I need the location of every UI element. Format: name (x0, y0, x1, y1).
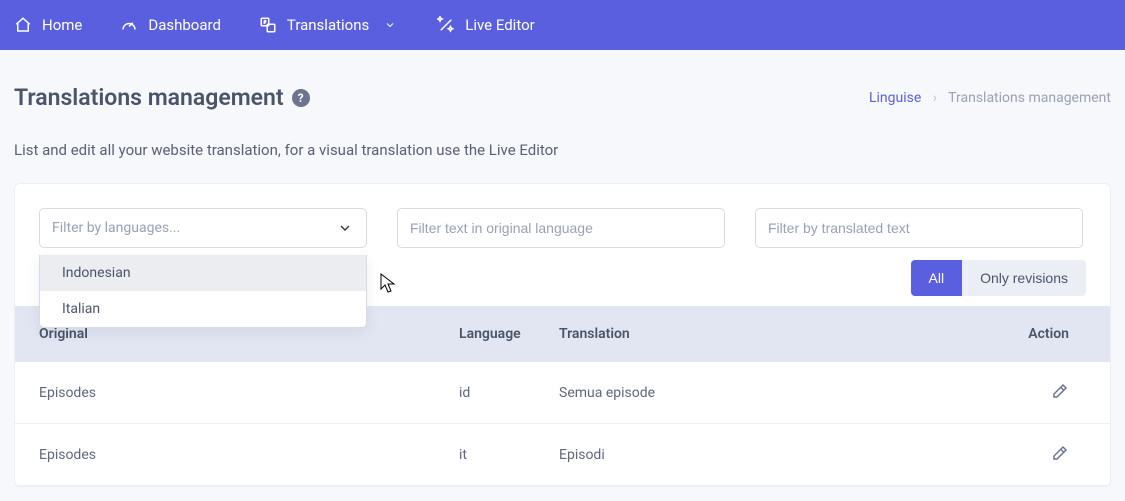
page-subtitle: List and edit all your website translati… (14, 141, 1111, 159)
language-filter-select[interactable]: Filter by languages... Indonesian Italia… (39, 208, 367, 248)
col-translation: Translation (559, 326, 979, 342)
translations-card: Filter by languages... Indonesian Italia… (14, 183, 1111, 487)
top-nav: Home Dashboard Translations Live Editor (0, 0, 1125, 50)
help-icon[interactable]: ? (292, 89, 310, 107)
nav-home[interactable]: Home (14, 16, 82, 34)
cell-language: id (459, 385, 559, 401)
table-row: Episodes id Semua episode (15, 362, 1110, 424)
cell-original: Episodes (39, 385, 459, 401)
nav-live-editor-label: Live Editor (465, 16, 534, 34)
revisions-toggle: All Only revisions (911, 260, 1086, 296)
translated-text-filter[interactable] (755, 208, 1083, 248)
home-icon (14, 16, 32, 34)
col-action: Action (979, 326, 1069, 342)
cell-original: Episodes (39, 447, 459, 463)
breadcrumb-root[interactable]: Linguise (869, 90, 921, 106)
translated-text-input[interactable] (768, 220, 1070, 236)
col-language: Language (459, 326, 559, 342)
chevron-down-icon (336, 219, 354, 237)
edit-button[interactable] (979, 444, 1069, 462)
chevron-down-icon (381, 16, 399, 34)
nav-dashboard-label: Dashboard (148, 16, 221, 34)
col-original: Original (39, 326, 459, 342)
toggle-revisions-button[interactable]: Only revisions (962, 260, 1086, 296)
toggle-all-button[interactable]: All (911, 260, 963, 296)
nav-home-label: Home (42, 16, 82, 34)
edit-button[interactable] (979, 382, 1069, 400)
language-option-indonesian[interactable]: Indonesian (40, 255, 366, 291)
original-text-input[interactable] (410, 220, 712, 236)
chevron-right-icon: › (933, 90, 937, 106)
translations-table: Original Language Translation Action Epi… (15, 306, 1110, 486)
nav-translations-label: Translations (287, 16, 369, 34)
gauge-icon (120, 16, 138, 34)
page-title: Translations management ? (14, 84, 310, 111)
breadcrumb-current: Translations management (948, 90, 1111, 106)
translate-icon (259, 16, 277, 34)
language-filter-placeholder: Filter by languages... (52, 220, 180, 236)
nav-translations[interactable]: Translations (259, 16, 399, 34)
page-title-text: Translations management (14, 84, 284, 111)
original-text-filter[interactable] (397, 208, 725, 248)
language-filter-dropdown: Indonesian Italian (39, 255, 367, 328)
breadcrumb: Linguise › Translations management (869, 90, 1111, 106)
cell-translation: Semua episode (559, 385, 979, 401)
nav-live-editor[interactable]: Live Editor (437, 16, 534, 34)
cell-translation: Episodi (559, 447, 979, 463)
magic-wand-icon (437, 16, 455, 34)
cell-language: it (459, 447, 559, 463)
table-row: Episodes it Episodi (15, 424, 1110, 486)
nav-dashboard[interactable]: Dashboard (120, 16, 221, 34)
language-option-italian[interactable]: Italian (40, 291, 366, 327)
